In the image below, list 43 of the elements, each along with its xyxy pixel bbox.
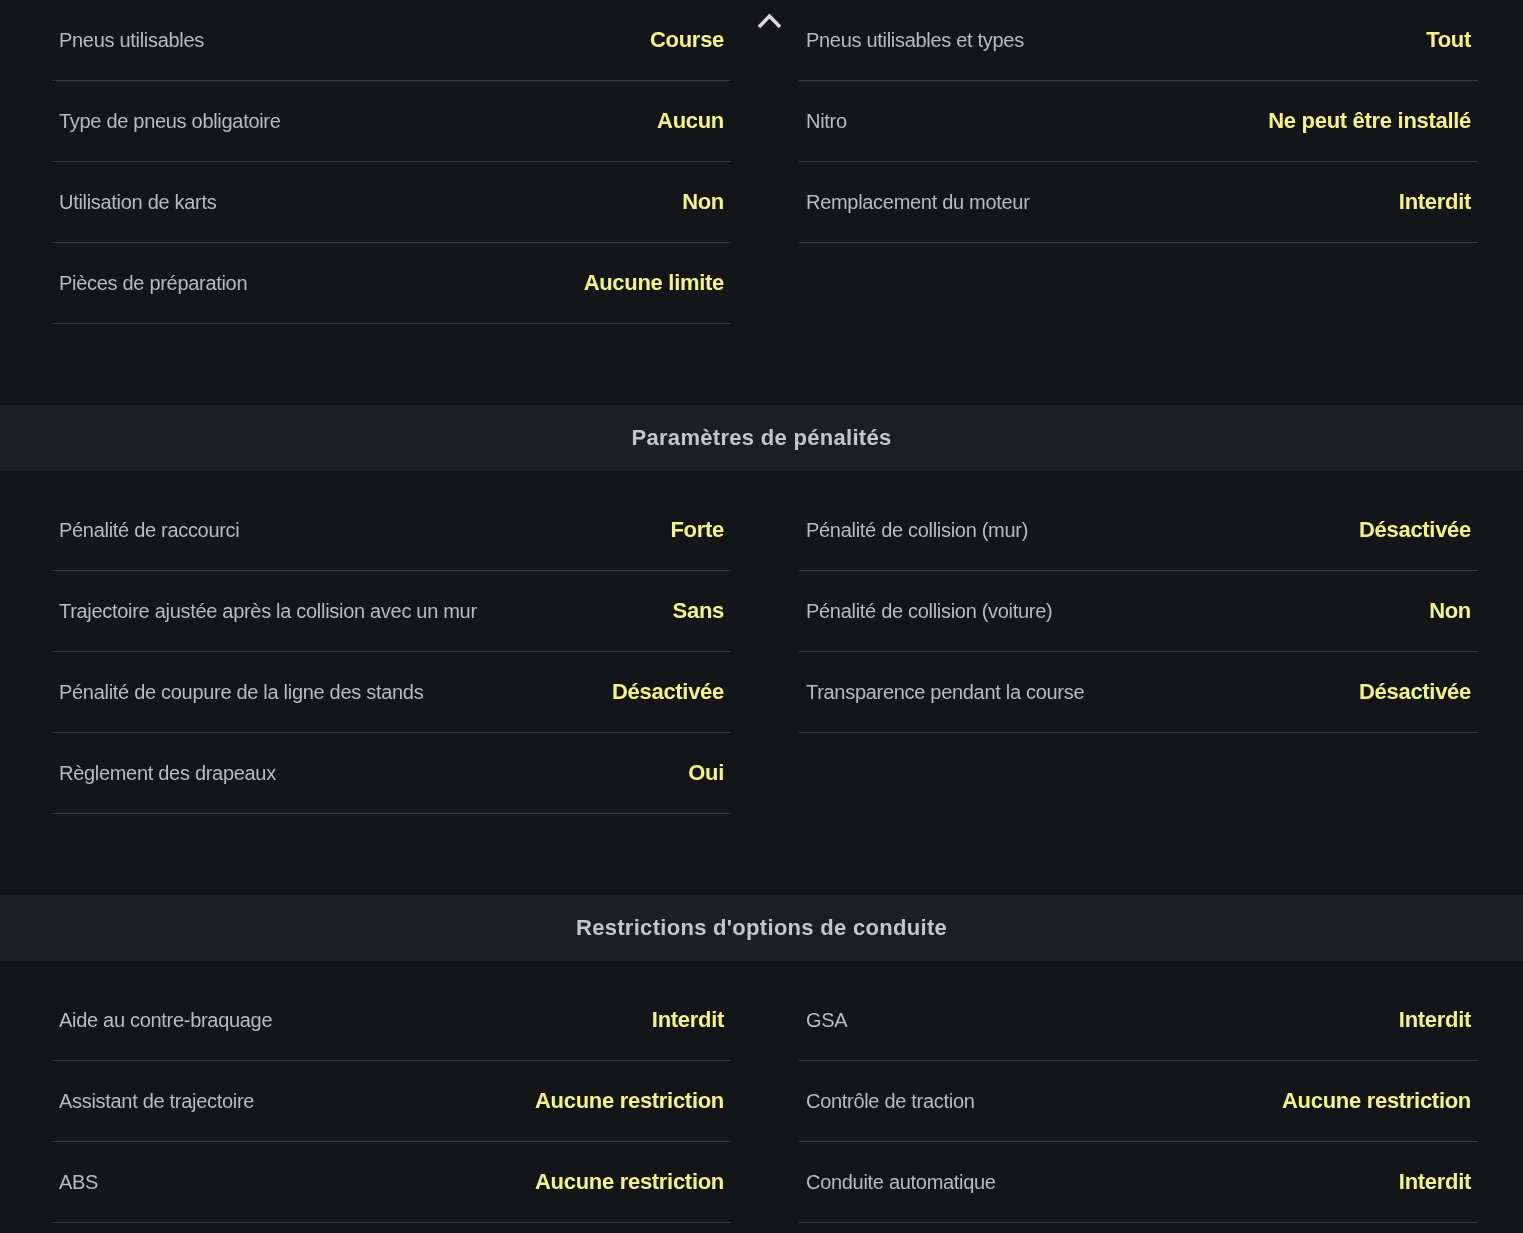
setting-value: Non bbox=[1429, 598, 1471, 624]
setting-label: Pneus utilisables et types bbox=[806, 28, 1024, 52]
setting-label: Règlement des drapeaux bbox=[59, 761, 276, 785]
setting-label: Pièces de préparation bbox=[59, 271, 248, 295]
setting-label: Trajectoire ajustée après la collision avec un mur bbox=[59, 599, 477, 623]
setting-label: Utilisation de karts bbox=[59, 190, 217, 214]
setting-value: Aucune restriction bbox=[535, 1088, 724, 1114]
setting-value: Oui bbox=[688, 760, 724, 786]
setting-value: Aucun bbox=[657, 108, 724, 134]
setting-value: Course bbox=[650, 27, 724, 53]
setting-value: Interdit bbox=[1398, 1169, 1471, 1195]
setting-label: Transparence pendant la course bbox=[806, 680, 1085, 704]
setting-value: Désactivée bbox=[1359, 679, 1471, 705]
setting-value: Interdit bbox=[1398, 1007, 1471, 1033]
setting-value: Ne peut être installé bbox=[1268, 108, 1471, 134]
setting-value: Interdit bbox=[1398, 189, 1471, 215]
setting-label: GSA bbox=[806, 1008, 848, 1032]
section-header: Restrictions d'options de conduite bbox=[0, 895, 1523, 961]
setting-value: Forte bbox=[670, 517, 724, 543]
setting-label: Pneus utilisables bbox=[59, 28, 204, 52]
setting-label: Nitro bbox=[806, 109, 847, 133]
setting-value: Aucune restriction bbox=[535, 1169, 724, 1195]
setting-value: Désactivée bbox=[612, 679, 724, 705]
setting-value: Sans bbox=[672, 598, 724, 624]
setting-label: Conduite automatique bbox=[806, 1170, 996, 1194]
setting-value: Désactivée bbox=[1359, 517, 1471, 543]
chevron-up-icon[interactable] bbox=[757, 13, 782, 29]
setting-label: Aide au contre-braquage bbox=[59, 1008, 273, 1032]
section-header: Paramètres de pénalités bbox=[0, 405, 1523, 471]
setting-label: Assistant de trajectoire bbox=[59, 1089, 255, 1113]
setting-label: Pénalité de coupure de la ligne des stands bbox=[59, 680, 424, 704]
setting-label: Pénalité de raccourci bbox=[59, 518, 240, 542]
setting-label: Pénalité de collision (mur) bbox=[806, 518, 1028, 542]
setting-value: Tout bbox=[1426, 27, 1471, 53]
setting-label: ABS bbox=[59, 1170, 99, 1194]
setting-label: Contrôle de traction bbox=[806, 1089, 975, 1113]
setting-value: Aucune limite bbox=[583, 270, 724, 296]
setting-label: Remplacement du moteur bbox=[806, 190, 1030, 214]
setting-label: Type de pneus obligatoire bbox=[59, 109, 281, 133]
setting-label: Pénalité de collision (voiture) bbox=[806, 599, 1053, 623]
setting-value: Non bbox=[682, 189, 724, 215]
setting-value: Interdit bbox=[651, 1007, 724, 1033]
setting-value: Aucune restriction bbox=[1282, 1088, 1471, 1114]
